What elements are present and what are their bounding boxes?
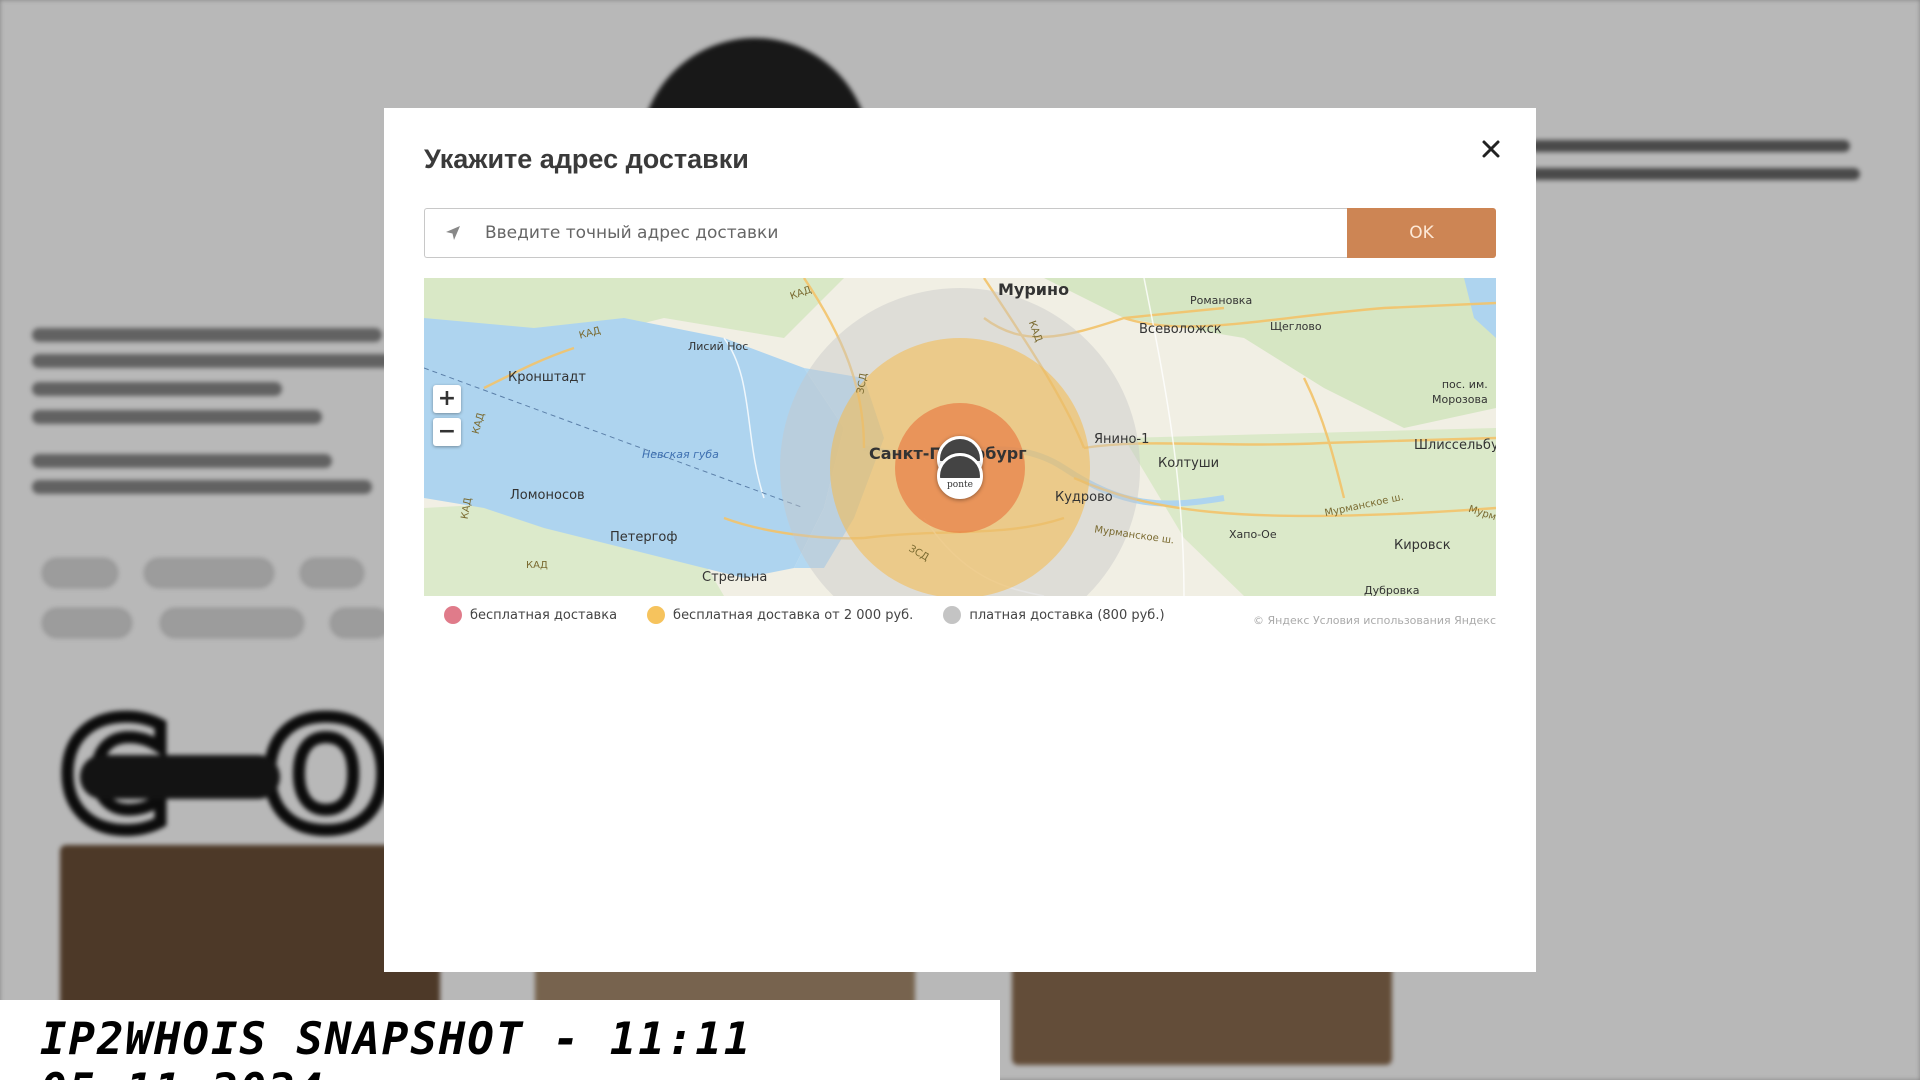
legend-label: платная доставка (800 руб.): [969, 607, 1165, 623]
map-label-shlisselburg: Шлиссельбу: [1414, 438, 1496, 453]
map-label-morozova: пос. им. Морозова: [1432, 378, 1488, 406]
zoom-out-button[interactable]: −: [433, 418, 461, 446]
legend-dot: [444, 606, 462, 624]
snapshot-banner-text: IP2WHOIS SNAPSHOT - 11:11 05.11.2024: [40, 1014, 753, 1080]
address-input[interactable]: [485, 209, 1337, 257]
legend-dot: [943, 606, 962, 624]
map-copyright[interactable]: © Яндекс Условия использования Яндекс: [1253, 614, 1496, 627]
map-label-petergof: Петергоф: [610, 530, 678, 545]
map-label-yanino: Янино-1: [1094, 432, 1150, 447]
map-label-kudrovo: Кудрово: [1055, 490, 1113, 505]
marker-label: ponte: [947, 480, 973, 490]
map-label-dubrovka: Дубровка: [1364, 584, 1420, 596]
legend-label: бесплатная доставка: [470, 607, 618, 623]
address-search-row: OK: [424, 208, 1496, 258]
delivery-address-modal: Укажите адрес доставки OK: [384, 108, 1536, 972]
map-label-romanovka: Романовка: [1190, 294, 1253, 307]
restaurant-marker[interactable]: ponte: [937, 453, 983, 499]
delivery-zone-map[interactable]: Мурино Всеволожск Романовка Щеглово Лиси…: [424, 278, 1496, 596]
legend-item-free-from-2000: бесплатная доставка от 2 000 руб.: [647, 606, 913, 624]
zoom-in-button[interactable]: +: [433, 385, 461, 413]
map-label-koltushi: Колтуши: [1158, 456, 1220, 471]
location-arrow-icon[interactable]: [443, 223, 463, 243]
address-field-wrapper: [424, 208, 1347, 258]
legend-item-paid: платная доставка (800 руб.): [943, 606, 1165, 624]
close-button[interactable]: [1476, 134, 1506, 164]
legend-dot: [647, 606, 666, 624]
legend-label: бесплатная доставка от 2 000 руб.: [673, 607, 914, 623]
map-label-lisiy-nos: Лисий Нос: [688, 340, 749, 353]
map-label-kronshtadt: Кронштадт: [508, 370, 586, 385]
legend-item-free: бесплатная доставка: [444, 606, 617, 624]
map-label-lomonosov: Ломоносов: [510, 488, 585, 503]
snapshot-banner: IP2WHOIS SNAPSHOT - 11:11 05.11.2024: [0, 1000, 1000, 1080]
map-label-strelna: Стрельна: [702, 570, 768, 585]
map-label-shcheglovo: Щеглово: [1270, 320, 1322, 333]
ok-button[interactable]: OK: [1347, 208, 1496, 258]
map-label-kad: КАД: [526, 560, 548, 571]
zone-legend: бесплатная доставка бесплатная доставка …: [444, 606, 1195, 624]
close-icon: [1482, 140, 1500, 158]
map-label-kirovsk: Кировск: [1394, 538, 1451, 553]
map-label-vsevolozhsk: Всеволожск: [1139, 322, 1222, 337]
map-label-khapo-oe: Хапо-Ое: [1229, 528, 1277, 541]
map-label-nevskaya-guba: Невская губа: [642, 448, 719, 461]
modal-title: Укажите адрес доставки: [424, 144, 749, 174]
map-label-murino: Мурино: [998, 280, 1070, 299]
